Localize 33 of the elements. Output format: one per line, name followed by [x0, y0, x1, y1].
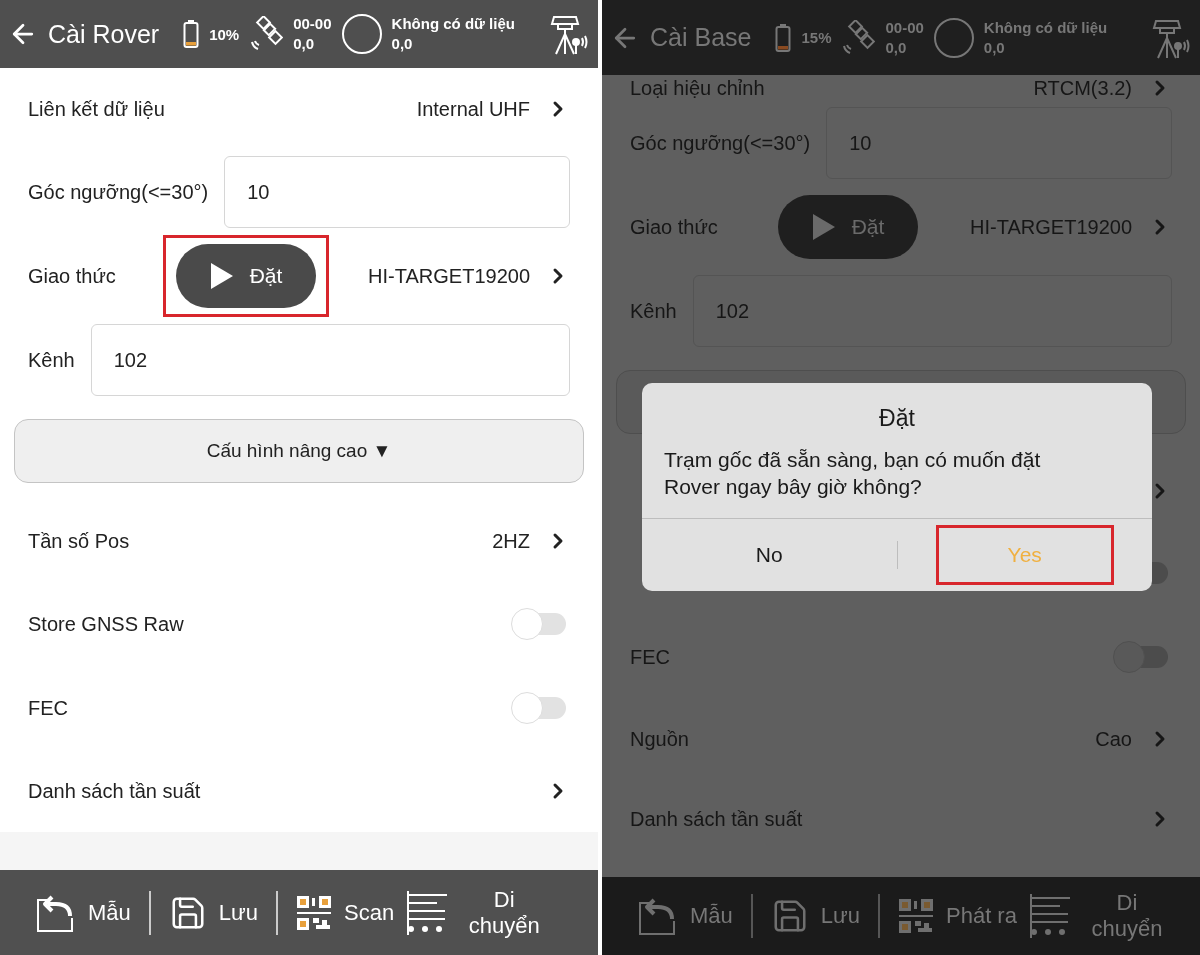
field-label: Góc ngưỡng(<=30°): [630, 131, 811, 155]
row-value: RTCM(3.2): [1033, 76, 1132, 100]
dialog-title: Đặt: [879, 405, 915, 432]
status-reading: 0,0: [983, 37, 1006, 58]
row-label: Store GNSS Raw: [28, 612, 184, 636]
battery-percent: 15%: [801, 29, 832, 46]
field-label: Kênh: [630, 299, 677, 323]
satellite-reading: 0,0: [293, 34, 316, 54]
row-label: Liên kết dữ liệu: [28, 97, 165, 121]
row-value: Cao: [1095, 727, 1132, 751]
satellite-reading: 00-00: [885, 17, 924, 38]
row-label: Danh sách tần suất: [28, 779, 201, 803]
dialog-message: Trạm gốc đã sẵn sàng, bạn có muốn đặt Rover ngay bây giờ không?: [663, 447, 1042, 500]
screen-title: Cài Base: [650, 23, 752, 52]
satellite-reading: 00-00: [293, 14, 332, 34]
status-reading: Không có dữ liệu: [391, 14, 515, 34]
field-label: Giao thức: [630, 215, 719, 239]
battery-percent: 10%: [209, 25, 240, 43]
row-label: FEC: [630, 645, 670, 669]
row-value: Internal UHF: [416, 97, 530, 121]
row-label: Nguồn: [630, 727, 689, 751]
status-reading: 0,0: [391, 34, 414, 54]
field-label: Kênh: [28, 348, 75, 372]
row-label: Loại hiệu chỉnh: [630, 76, 765, 100]
row-label: Tần số Pos: [28, 529, 130, 553]
row-label: Danh sách tần suất: [630, 807, 803, 831]
satellite-reading: 0,0: [885, 37, 908, 58]
screen-title: Cài Rover: [48, 19, 160, 49]
field-label: Góc ngưỡng(<=30°): [28, 180, 209, 204]
status-reading: Không có dữ liệu: [983, 17, 1108, 38]
row-label: FEC: [28, 696, 68, 720]
field-label: Giao thức: [28, 264, 117, 288]
row-value: 2HZ: [492, 529, 530, 553]
